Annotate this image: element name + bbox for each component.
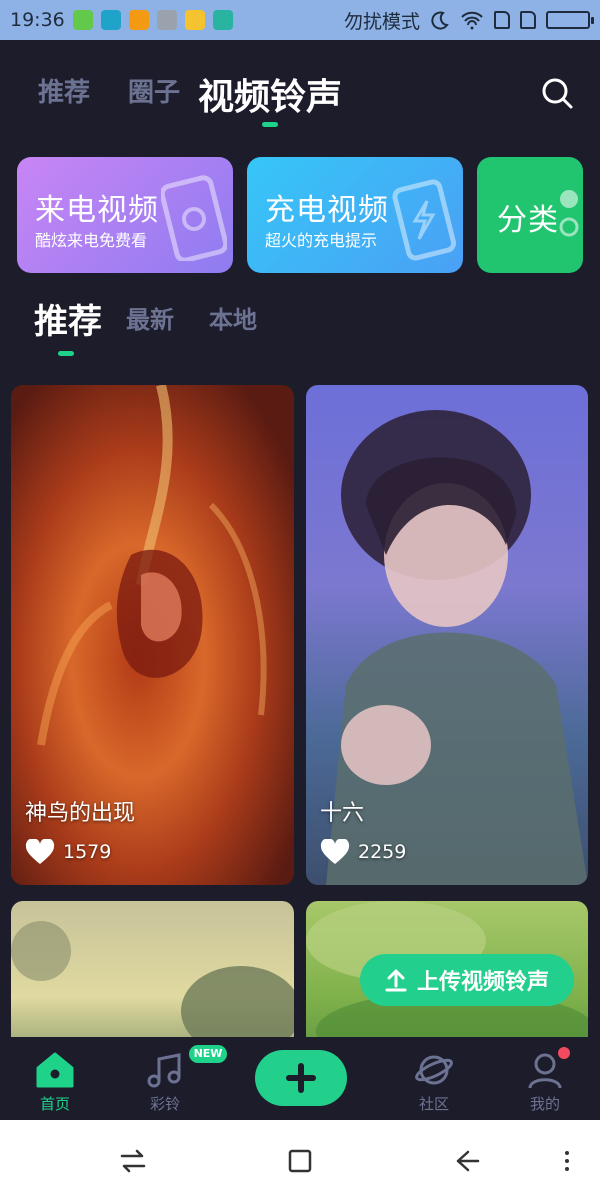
tab-circle[interactable]: 圈子	[128, 72, 180, 109]
status-time: 19:36	[10, 9, 65, 31]
category-title: 分类	[497, 203, 559, 238]
category-card[interactable]: 分类	[477, 157, 583, 273]
subtab-latest[interactable]: 最新	[126, 300, 174, 335]
status-bar: 19:36 勿扰模式	[0, 0, 600, 40]
upload-button-label: 上传视频铃声	[416, 970, 549, 995]
sim-icon	[494, 11, 510, 29]
category-subtitle: 酷炫来电免费看	[35, 231, 148, 250]
back-icon[interactable]	[452, 1146, 482, 1176]
heart-icon[interactable]	[25, 839, 55, 865]
active-tab-indicator	[262, 122, 278, 127]
nav-item-home[interactable]: 首页	[15, 1051, 95, 1114]
warning-icon	[128, 10, 149, 30]
new-badge: NEW	[189, 1045, 227, 1063]
like-count: 1579	[25, 839, 111, 865]
folder-icon	[184, 10, 205, 30]
search-icon[interactable]	[540, 76, 574, 110]
app-notification-icon	[156, 10, 177, 30]
app-notification-icon	[100, 10, 121, 30]
active-subtab-indicator	[58, 351, 74, 356]
notification-dot	[558, 1047, 570, 1059]
home-square-icon[interactable]	[285, 1146, 315, 1176]
incoming-call-video-card[interactable]: 来电视频 酷炫来电免费看	[17, 157, 233, 273]
sim-icon	[520, 11, 536, 29]
nav-label: 彩铃	[149, 1095, 180, 1113]
menu-icon[interactable]	[552, 1146, 582, 1176]
phone-screen-icon	[161, 175, 227, 261]
nav-label: 首页	[39, 1095, 70, 1113]
music-note-icon	[147, 1053, 181, 1088]
battery-icon	[546, 11, 594, 29]
plus-icon	[286, 1063, 316, 1093]
tab-video-ringtone[interactable]: 视频铃声	[198, 68, 342, 120]
category-title: 充电视频	[265, 193, 389, 228]
switch-icon[interactable]	[118, 1146, 148, 1176]
upload-video-ringtone-button[interactable]: 上传视频铃声	[360, 954, 574, 1006]
wifi-icon	[461, 11, 483, 30]
create-button[interactable]	[255, 1050, 347, 1106]
subtab-recommend[interactable]: 推荐	[34, 294, 102, 343]
subtab-local[interactable]: 本地	[209, 300, 257, 335]
nav-item-community[interactable]: 社区	[394, 1051, 474, 1114]
like-count-value: 2259	[358, 841, 407, 863]
video-title: 神鸟的出现	[25, 801, 136, 826]
video-card[interactable]: 十六 2259	[306, 385, 588, 885]
nav-item-mine[interactable]: 我的	[505, 1051, 585, 1114]
heart-icon[interactable]	[320, 839, 350, 865]
moon-icon	[431, 11, 449, 30]
category-subtitle: 超火的充电提示	[265, 231, 378, 250]
video-title: 十六	[320, 801, 365, 826]
nav-label: 社区	[418, 1095, 449, 1113]
category-title: 来电视频	[35, 193, 159, 228]
top-tab-bar: 推荐 圈子 视频铃声	[0, 40, 600, 140]
video-card[interactable]: 神鸟的出现 1579	[11, 385, 294, 885]
home-icon	[36, 1052, 74, 1088]
like-count-value: 1579	[63, 841, 112, 863]
like-count: 2259	[320, 839, 406, 865]
app-notification-icon	[72, 10, 93, 30]
usb-icon	[212, 10, 233, 30]
charging-video-card[interactable]: 充电视频 超火的充电提示	[247, 157, 463, 273]
battery-charge-icon	[392, 179, 457, 261]
planet-icon	[415, 1055, 453, 1085]
upload-icon	[385, 969, 407, 992]
system-nav-bar	[0, 1120, 600, 1200]
tab-recommend[interactable]: 推荐	[38, 72, 90, 109]
nav-label: 我的	[529, 1095, 560, 1113]
dnd-text: 勿扰模式	[343, 10, 420, 33]
